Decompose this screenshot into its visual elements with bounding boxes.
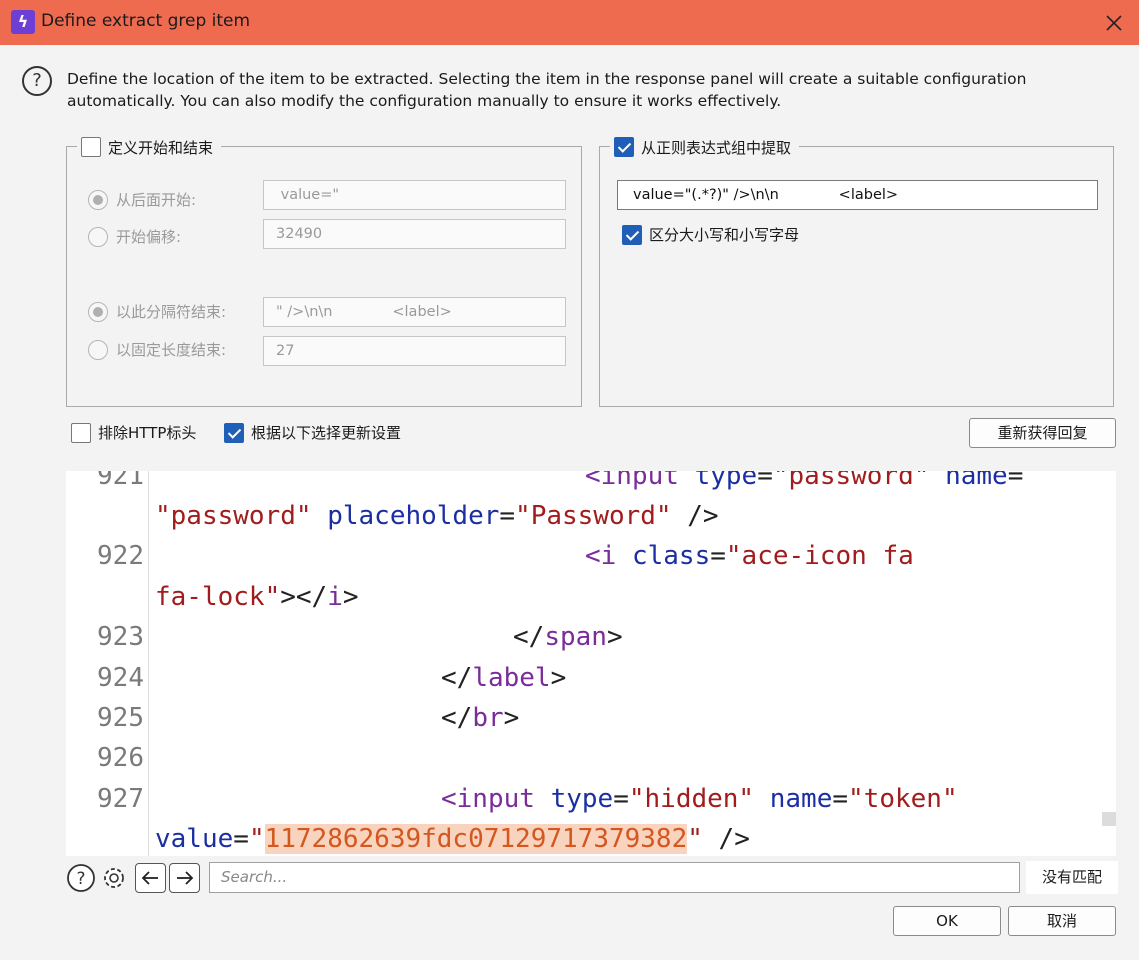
end-delimiter-field[interactable]: " />\n\n <label> [263,297,566,327]
app-lightning-icon: ϟ [11,10,35,34]
regex-legend: 从正则表达式组中提取 [610,135,800,159]
code-line: <i class="ace-icon fa [585,541,914,571]
define-start-end-label: 定义开始和结束 [108,138,214,157]
start-after-radio[interactable] [88,189,108,210]
description-text: Define the location of the item to be ex… [67,70,1027,110]
response-code-viewer[interactable]: 921 922 923 924 925 926 927 <input type=… [66,471,1116,856]
help-icon[interactable]: ? [66,863,96,893]
line-number: 925 [97,703,144,733]
line-number: 923 [97,622,144,652]
scrollbar-thumb[interactable] [1102,812,1116,826]
cancel-button[interactable]: 取消 [1008,906,1116,936]
refetch-response-button[interactable]: 重新获得回复 [969,418,1116,448]
end-fixed-radio[interactable] [88,339,108,360]
case-sensitive-checkbox[interactable] [622,224,642,245]
line-number: 926 [97,743,144,773]
window-title: Define extract grep item [41,11,251,31]
code-line: "password" placeholder="Password" /> [155,501,719,531]
case-sensitive-label: 区分大小写和小写字母 [649,226,800,244]
code-line: <input type="hidden" name="token" [441,784,958,814]
arrow-left-icon [141,871,158,885]
define-start-end-legend: 定义开始和结束 [77,135,222,159]
svg-text:?: ? [76,869,85,889]
start-offset-radio-row[interactable]: 开始偏移: [88,226,181,247]
exclude-http-checkbox[interactable] [71,422,91,443]
end-delimiter-radio[interactable] [88,301,108,322]
update-settings-row[interactable]: 根据以下选择更新设置 [224,422,401,443]
exclude-http-row[interactable]: 排除HTTP标头 [71,422,196,443]
settings-icon[interactable] [99,863,129,893]
update-settings-checkbox[interactable] [224,422,244,443]
line-number: 924 [97,663,144,693]
exclude-http-label: 排除HTTP标头 [98,424,197,442]
regex-input[interactable]: value="(.*?)" />\n\n <label> [617,180,1098,210]
next-match-button[interactable] [169,863,200,893]
end-delimiter-label: 以此分隔符结束: [116,303,227,321]
code-line: fa-lock"></i> [155,582,359,612]
end-fixed-label: 以固定长度结束: [116,341,227,359]
start-offset-label: 开始偏移: [116,228,182,246]
code-line: </br> [441,703,520,733]
start-after-field[interactable]: value=" [263,180,566,210]
end-delimiter-radio-row[interactable]: 以此分隔符结束: [88,301,226,322]
regex-label: 从正则表达式组中提取 [641,138,792,157]
line-number-gutter: 921 922 923 924 925 926 927 [66,471,149,856]
start-offset-radio[interactable] [88,226,108,247]
previous-match-button[interactable] [135,863,166,893]
title-bar: ϟ Define extract grep item [0,0,1139,45]
gear-icon [104,868,124,888]
code-line: </label> [441,663,567,693]
arrow-right-icon [177,871,194,885]
update-settings-label: 根据以下选择更新设置 [251,424,402,442]
regex-checkbox[interactable] [614,137,634,157]
start-after-label: 从后面开始: [116,191,197,209]
extracted-value-highlight: 1172862639fdc07129717379382 [264,824,688,854]
code-line: value="1172862639fdc07129717379382" /> [155,824,750,854]
search-input[interactable]: Search... [209,862,1020,893]
close-button[interactable] [1099,8,1129,38]
start-after-radio-row[interactable]: 从后面开始: [88,189,196,210]
end-fixed-radio-row[interactable]: 以固定长度结束: [88,339,226,360]
code-line: </span> [513,622,623,652]
close-icon [1106,15,1122,31]
line-number: 927 [97,784,144,814]
line-number: 922 [97,541,144,571]
start-offset-field[interactable]: 32490 [263,219,566,249]
match-status: 没有匹配 [1026,861,1118,894]
help-icon[interactable]: ? [22,66,52,96]
code-line: <input type="password" name= [585,471,1024,491]
case-sensitive-row[interactable]: 区分大小写和小写字母 [622,224,799,245]
line-number: 921 [97,471,144,491]
define-start-end-checkbox[interactable] [81,137,101,157]
ok-button[interactable]: OK [893,906,1001,936]
help-circle-icon: ? [67,864,95,892]
end-fixed-field[interactable]: 27 [263,336,566,366]
